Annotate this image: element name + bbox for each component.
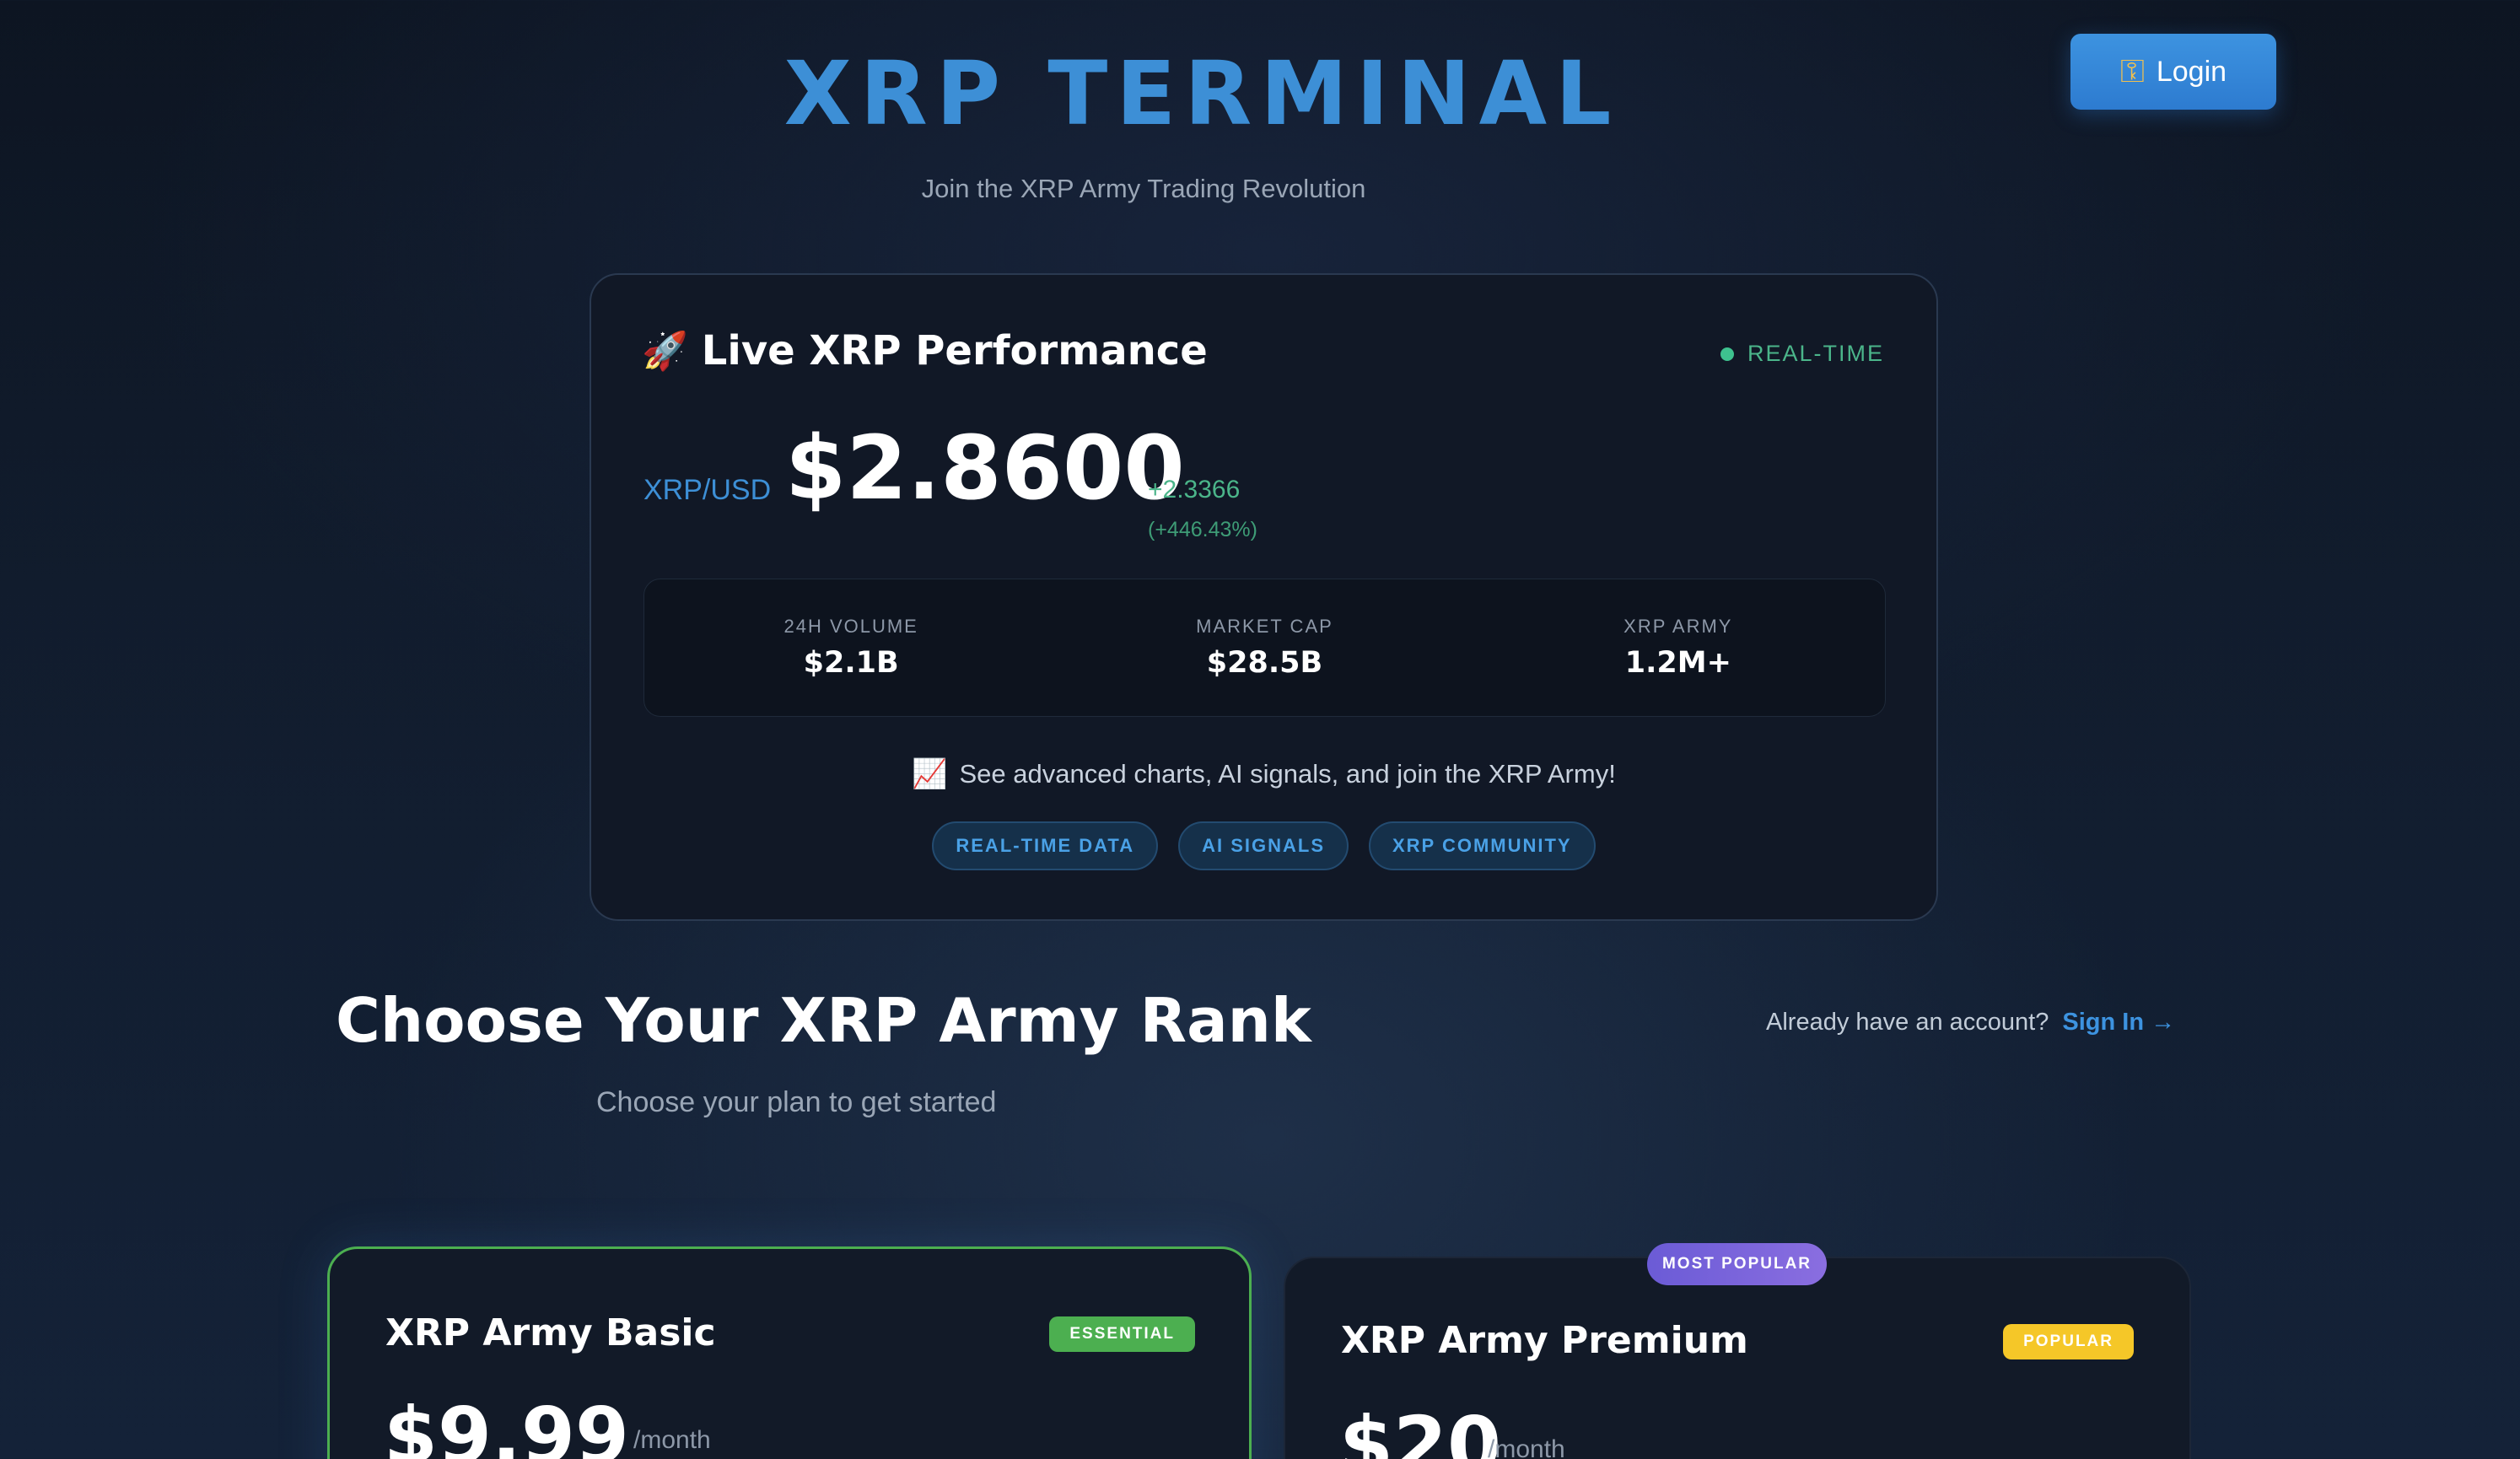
stat-value: 1.2M+: [1624, 646, 1731, 680]
stat-label: MARKET CAP: [1196, 616, 1333, 637]
plan-price: $9.99: [384, 1391, 630, 1459]
performance-title: Live XRP Performance: [701, 327, 1208, 374]
login-label: Login: [2156, 55, 2227, 88]
chart-up-icon: 📈: [912, 758, 948, 790]
sign-in-link[interactable]: Sign In →: [2062, 1009, 2175, 1036]
plan-card-basic[interactable]: XRP Army Basic ESSENTIAL $9.99 /month: [327, 1246, 1252, 1459]
account-prompt-text: Already have an account?: [1766, 1009, 2049, 1036]
stat-xrp-army: XRP ARMY 1.2M+: [1472, 579, 1885, 716]
tag-xrp-community: XRP COMMUNITY: [1369, 821, 1596, 870]
page: XRP TERMINAL Join the XRP Army Trading R…: [0, 0, 2520, 1459]
tag-real-time-data: REAL-TIME DATA: [932, 821, 1159, 870]
performance-heading: 🚀 Live XRP Performance: [642, 327, 1208, 374]
plan-badge: ESSENTIAL: [1049, 1316, 1195, 1352]
stat-24h-volume: 24H VOLUME $2.1B: [644, 579, 1058, 716]
xrp-price: $2.8600: [785, 417, 1185, 520]
realtime-status: REAL-TIME: [1720, 341, 1884, 367]
plans-heading: Choose Your XRP Army Rank: [336, 985, 1311, 1056]
plan-badge: POPULAR: [2003, 1324, 2134, 1359]
most-popular-ribbon: MOST POPULAR: [1647, 1243, 1827, 1285]
app-title: XRP TERMINAL: [783, 42, 1620, 145]
app-subtitle: Join the XRP Army Trading Revolution: [921, 174, 1366, 203]
feature-tags: REAL-TIME DATA AI SIGNALS XRP COMMUNITY: [591, 821, 1936, 870]
plans-subheading: Choose your plan to get started: [596, 1086, 997, 1118]
tag-ai-signals: AI SIGNALS: [1178, 821, 1349, 870]
stat-market-cap: MARKET CAP $28.5B: [1058, 579, 1471, 716]
stat-value: $28.5B: [1206, 646, 1323, 680]
key-icon: ⚿: [2119, 53, 2145, 89]
login-button[interactable]: ⚿ Login: [2070, 34, 2276, 110]
live-performance-card: 🚀 Live XRP Performance REAL-TIME XRP/USD…: [590, 273, 1938, 921]
stat-label: 24H VOLUME: [783, 616, 918, 637]
plan-price: $20: [1339, 1400, 1502, 1459]
account-prompt: Already have an account? Sign In →: [1766, 1009, 2175, 1036]
stat-value: $2.1B: [803, 646, 899, 680]
live-dot-icon: [1720, 347, 1734, 361]
rocket-icon: 🚀: [642, 330, 688, 373]
plan-card-premium[interactable]: XRP Army Premium POPULAR $20 /month: [1284, 1257, 2191, 1459]
plan-period: /month: [633, 1426, 711, 1454]
plan-name: XRP Army Premium: [1341, 1319, 1748, 1362]
plan-name: XRP Army Basic: [385, 1311, 716, 1354]
plan-period: /month: [1488, 1435, 1565, 1459]
trading-pair: XRP/USD: [643, 474, 772, 506]
market-stats: 24H VOLUME $2.1B MARKET CAP $28.5B XRP A…: [643, 579, 1886, 717]
stat-label: XRP ARMY: [1623, 616, 1733, 637]
features-cta: 📈 See advanced charts, AI signals, and j…: [591, 757, 1936, 791]
price-change-percent: (+446.43%): [1148, 518, 1257, 541]
price-change: +2.3366: [1148, 476, 1241, 503]
cta-text: See advanced charts, AI signals, and joi…: [959, 759, 1616, 789]
realtime-status-label: REAL-TIME: [1747, 341, 1884, 366]
